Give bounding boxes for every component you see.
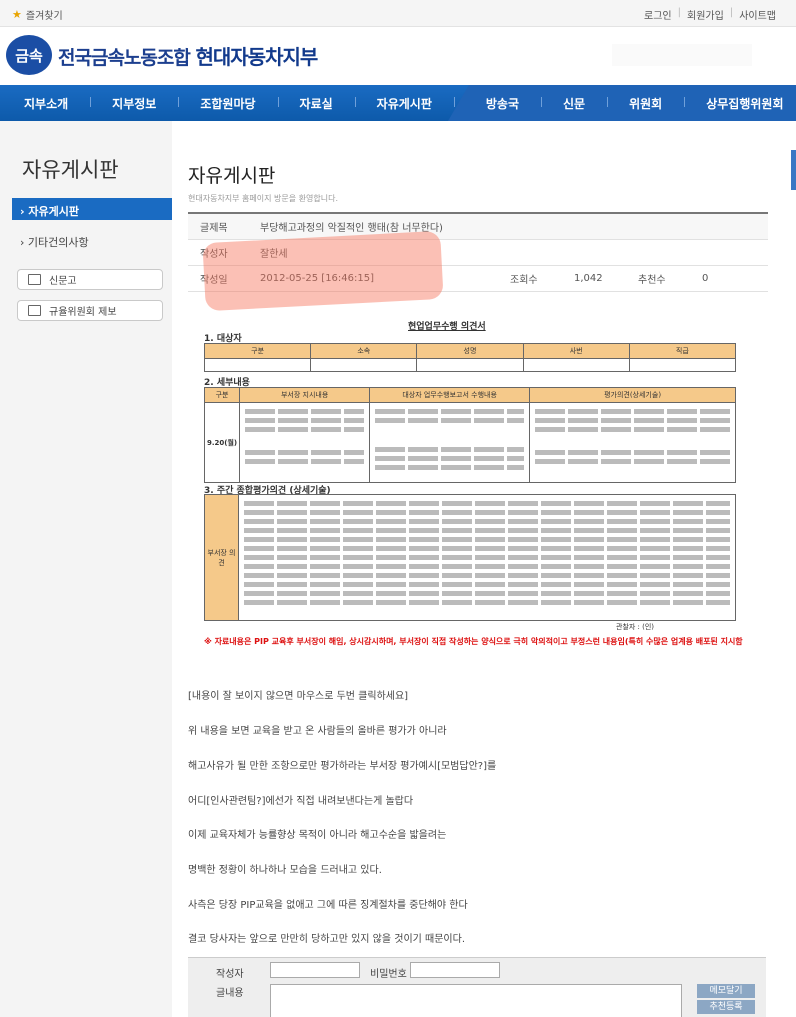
doc-title: 현업업무수행 의견서 xyxy=(408,322,486,332)
post-body-line: 해고사유가 될 만한 조항으로만 평가하라는 부서장 평가예시[모범답안?]를 xyxy=(188,761,497,772)
doc-header-cell: 사번 xyxy=(522,343,630,359)
doc-signature: 관찰자 : (인) xyxy=(616,623,655,631)
monitor-icon xyxy=(28,305,41,316)
doc-header-cell: 구분 xyxy=(203,343,312,359)
sinmungo-label: 신문고 xyxy=(49,276,77,287)
main-content: 자유게시판 현대자동차지부 홈페이지 방문을 환영합니다. 글제목 부당해고과정… xyxy=(172,121,796,1017)
doc-opinion-label: 부서장 의견 xyxy=(204,494,239,621)
discipline-report-label: 규율위원회 제보 xyxy=(49,307,117,318)
recommend-button[interactable]: 추천등록 xyxy=(697,1000,755,1014)
doc-text-cell xyxy=(369,402,531,483)
favorites-link[interactable]: ★ 즐겨찾기 xyxy=(12,7,63,22)
doc-header-cell: 성명 xyxy=(416,343,524,359)
nav-item-info[interactable]: 지부정보 xyxy=(90,95,178,112)
post-body-line: 사측은 당장 PIP교육을 없애고 그에 따른 징계절차를 중단해야 한다 xyxy=(188,900,468,911)
signup-link[interactable]: 회원가입 xyxy=(687,7,724,22)
post-body-line: [내용이 잘 보이지 않으면 마우스로 두번 클릭하세요] xyxy=(188,691,409,702)
post-body-line: 명백한 정황이 하나하나 모습을 드러내고 있다. xyxy=(188,865,382,876)
doc-header-cell: 직급 xyxy=(628,343,737,359)
comment-author-input[interactable] xyxy=(270,962,360,978)
nav-item-board[interactable]: 자유게시판 xyxy=(354,95,454,112)
comment-content-input[interactable] xyxy=(270,984,682,1017)
header-banner-area xyxy=(612,44,752,66)
sinmungo-button[interactable]: 신문고 xyxy=(17,269,163,290)
nav-item-broadcast[interactable]: 방송국 xyxy=(453,95,541,112)
sidebar-title: 자유게시판 xyxy=(22,158,119,182)
sidebar-item-free-board[interactable]: › 자유게시판 xyxy=(12,198,172,220)
doc-detail-table: 구분 부서장 지시내용 대상자 업무수행보고서 수행내용 평가의견(상세기술) … xyxy=(203,387,736,483)
site-header: 금속 전국금속노동조합 현대자동차지부 xyxy=(0,27,796,85)
comment-password-label: 비밀번호 xyxy=(370,969,407,980)
subject-label: 글제목 xyxy=(200,223,228,234)
doc-opinion-text xyxy=(238,494,736,621)
sitemap-link[interactable]: 사이트맵 xyxy=(739,7,776,22)
recommend-count: 0 xyxy=(702,273,709,284)
separator: | xyxy=(729,7,734,18)
union-logo-icon: 금속 xyxy=(6,35,52,75)
page-subtitle: 현대자동차지부 홈페이지 방문을 환영합니다. xyxy=(188,194,339,203)
doc-red-note: ※ 자료내용은 PIP 교육후 부서장이 해임, 상시감시하며, 부서장이 직접… xyxy=(204,637,743,646)
post-body-line: 이제 교육자체가 능률향상 목적이 아니라 해고수순을 밟을려는 xyxy=(188,830,447,841)
views-label: 조회수 xyxy=(510,275,538,286)
doc-text-cell xyxy=(239,402,371,483)
nav-item-archive[interactable]: 자료실 xyxy=(277,95,355,112)
views-count: 1,042 xyxy=(574,273,603,284)
doc-target-table: 구분 소속 성명 사번 직급 xyxy=(203,343,737,372)
attached-document-image[interactable]: 현업업무수행 의견서 1. 대상자 구분 소속 성명 사번 직급 2. 세부내용… xyxy=(196,317,771,659)
main-nav: 지부소개 지부정보 조합원마당 자료실 자유게시판 방송국 신문 위원회 상무집… xyxy=(0,85,796,121)
nav-item-committee[interactable]: 위원회 xyxy=(607,95,684,112)
doc-header-cell: 대상자 업무수행보고서 수행내용 xyxy=(369,387,531,403)
post-body-line: 어디[인사관련팀?]에선가 직접 내려보낸다는게 놀랍다 xyxy=(188,796,414,807)
doc-header-cell: 부서장 지시내용 xyxy=(239,387,371,403)
page-title: 자유게시판 xyxy=(188,165,276,187)
edit-icon xyxy=(28,274,41,285)
login-link[interactable]: 로그인 xyxy=(644,7,672,22)
star-icon: ★ xyxy=(12,8,22,21)
comment-form: 작성자 비밀번호 글내용 메모달기 추천등록 xyxy=(188,957,766,1017)
red-highlight-mark xyxy=(202,230,444,312)
sidebar-item-label: 기타건의사항 xyxy=(27,236,89,249)
separator: | xyxy=(677,7,681,18)
favorites-label: 즐겨찾기 xyxy=(25,11,63,22)
post-body-line: 결코 당사자는 앞으로 만만히 당하고만 있지 않을 것이기 때문이다. xyxy=(188,934,466,945)
doc-header-cell: 평가의견(상세기술) xyxy=(529,387,736,403)
doc-text-cell xyxy=(529,402,736,483)
top-links: 로그인 | 회원가입 | 사이트맵 xyxy=(644,7,776,22)
doc-header-cell: 구분 xyxy=(203,387,241,403)
nav-item-members[interactable]: 조합원마당 xyxy=(178,95,277,112)
branch-name: 현대자동차지부 xyxy=(195,44,318,69)
site-logo[interactable]: 금속 전국금속노동조합 현대자동차지부 xyxy=(6,35,318,75)
recommend-label: 추천수 xyxy=(638,275,666,286)
top-bar: ★ 즐겨찾기 로그인 | 회원가입 | 사이트맵 xyxy=(0,0,796,27)
org-name: 전국금속노동조합 xyxy=(58,46,191,69)
sidebar: 자유게시판 › 자유게시판 › 기타건의사항 신문고 규율위원회 제보 xyxy=(0,121,172,1017)
doc-opinion-table: 부서장 의견 xyxy=(204,494,736,621)
comment-password-input[interactable] xyxy=(410,962,500,978)
sidebar-item-label: 자유게시판 xyxy=(28,205,79,218)
comment-author-label: 작성자 xyxy=(216,969,244,980)
post-body-line: 위 내용을 보면 교육을 받고 온 사람들의 올바른 평가가 아니라 xyxy=(188,726,447,737)
discipline-report-button[interactable]: 규율위원회 제보 xyxy=(17,300,163,321)
doc-date-cell: 9.20(월) xyxy=(203,402,241,483)
comment-content-label: 글내용 xyxy=(216,988,244,999)
memo-button[interactable]: 메모달기 xyxy=(697,984,755,998)
subject-row: 글제목 부당해고과정의 악질적인 행태(참 너무한다) xyxy=(188,214,768,240)
nav-item-executive[interactable]: 상무집행위원회 xyxy=(684,95,784,112)
nav-item-intro[interactable]: 지부소개 xyxy=(0,95,90,112)
scroll-tab[interactable] xyxy=(791,150,796,190)
sidebar-item-suggestions[interactable]: › 기타건의사항 xyxy=(20,234,89,250)
doc-header-cell: 소속 xyxy=(310,343,418,359)
nav-item-news[interactable]: 신문 xyxy=(541,95,607,112)
logo-text: 전국금속노동조합 현대자동차지부 xyxy=(58,41,318,70)
